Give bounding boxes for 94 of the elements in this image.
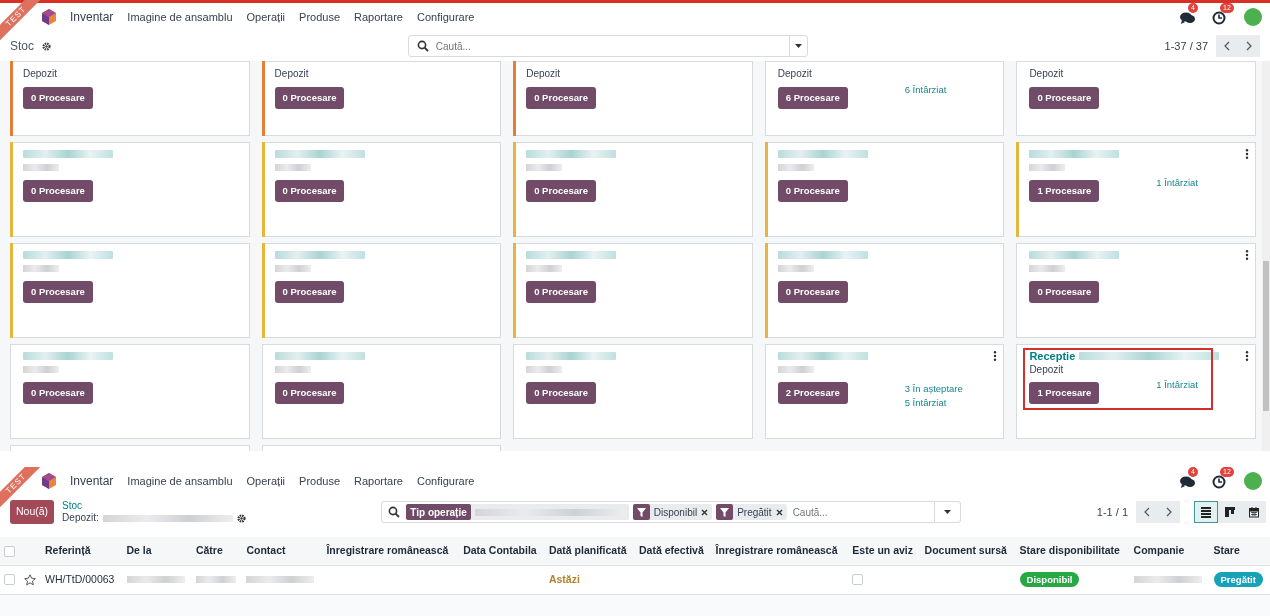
late-link[interactable]: 1 Întârziat: [1156, 378, 1198, 393]
search-field[interactable]: Caută...: [433, 37, 789, 55]
kanban-card[interactable]: 0 Procesare: [10, 142, 250, 237]
process-button[interactable]: 0 Procesare: [526, 180, 597, 203]
search-field[interactable]: Caută...: [790, 503, 935, 521]
app-name[interactable]: Inventar: [70, 8, 114, 26]
menu-item[interactable]: Imagine de ansamblu: [127, 472, 233, 490]
process-button[interactable]: 0 Procesare: [1029, 281, 1100, 304]
kanban-card[interactable]: Depozit 0 Procesare: [10, 61, 250, 136]
menu-item[interactable]: Operații: [246, 472, 286, 490]
kanban-card[interactable]: Receptie Depozit 1 Procesare 1 Întârziat: [1016, 344, 1256, 439]
column-header[interactable]: Referință: [41, 537, 123, 566]
kanban-card[interactable]: 0 Procesare: [513, 243, 753, 338]
status-badge: Disponibil: [1019, 571, 1080, 587]
menu-item[interactable]: Raportare: [354, 472, 403, 490]
breadcrumb[interactable]: Stoc: [62, 500, 246, 512]
column-header[interactable]: Este un aviz: [848, 537, 921, 566]
kanban-card[interactable]: Depozit 0 Procesare: [261, 61, 502, 136]
column-header[interactable]: Stare disponibilitate: [1015, 537, 1130, 566]
filter-facet[interactable]: Pregătit: [716, 504, 787, 520]
status-badge: Pregătit: [1213, 571, 1263, 587]
process-button[interactable]: 0 Procesare: [526, 382, 597, 405]
process-button[interactable]: 0 Procesare: [526, 281, 597, 304]
card-subtitle: Depozit: [1029, 363, 1064, 377]
process-button[interactable]: 6 Procesare: [777, 87, 848, 110]
menu-item[interactable]: Raportare: [354, 8, 403, 26]
filter-facet[interactable]: Tip operație: [406, 504, 629, 520]
card-subtitle: Depozit: [526, 67, 562, 81]
process-button[interactable]: 0 Procesare: [526, 87, 597, 110]
process-button[interactable]: 0 Procesare: [777, 281, 848, 304]
process-button[interactable]: 0 Procesare: [274, 87, 345, 110]
kanban-card[interactable]: Depozit 0 Procesare: [513, 61, 753, 136]
search-bar[interactable]: Caută...: [407, 35, 808, 57]
menu-item[interactable]: Configurare: [417, 472, 475, 490]
card-subtitle: Depozit: [1029, 67, 1065, 81]
process-button[interactable]: 0 Procesare: [777, 180, 848, 203]
column-header[interactable]: Stare: [1209, 537, 1270, 566]
kanban-card[interactable]: 2 Procesare 3 În așteptare 5 Întârziat: [764, 344, 1005, 439]
late-link[interactable]: 3 În așteptare: [904, 382, 963, 397]
column-header[interactable]: Data Contabila: [459, 537, 545, 566]
search-bar[interactable]: Tip operație Disponibil Pregătit Caută...: [381, 501, 962, 523]
column-header[interactable]: Document sursă: [920, 537, 1016, 566]
pager-value: 1-37 / 37: [1164, 38, 1208, 54]
record-label: Depozit:: [62, 512, 99, 524]
date-cell: Astăzi: [548, 572, 580, 585]
process-button[interactable]: 0 Procesare: [1029, 87, 1100, 110]
column-header[interactable]: De la: [122, 537, 192, 566]
menu-item[interactable]: Operații: [246, 8, 286, 26]
kanban-card[interactable]: 0 Procesare: [764, 142, 1005, 237]
process-button[interactable]: 1 Procesare: [1029, 180, 1100, 203]
card-title[interactable]: Receptie: [1029, 347, 1076, 365]
late-link[interactable]: 6 Întârziat: [904, 83, 947, 98]
process-button[interactable]: 2 Procesare: [777, 382, 848, 405]
process-button[interactable]: 0 Procesare: [23, 281, 93, 304]
kanban-card[interactable]: 0 Procesare: [513, 344, 753, 439]
kanban-card[interactable]: 0 Procesare: [261, 344, 502, 439]
process-button[interactable]: 0 Procesare: [23, 87, 93, 110]
kanban-card[interactable]: 0 Procesare: [1016, 243, 1256, 338]
process-button[interactable]: 1 Procesare: [1029, 382, 1100, 405]
menu-item[interactable]: Produse: [299, 8, 341, 26]
kanban-card[interactable]: 0 Procesare: [10, 344, 250, 439]
kanban-card[interactable]: 0 Procesare: [261, 142, 502, 237]
process-button[interactable]: 0 Procesare: [274, 382, 345, 405]
kanban-card[interactable]: 1 Procesare 1 Întârziat: [1016, 142, 1256, 237]
pager-value: 1-1 / 1: [1096, 504, 1128, 520]
menu-item[interactable]: Configurare: [417, 8, 475, 26]
process-button[interactable]: 0 Procesare: [23, 382, 93, 405]
process-button[interactable]: 0 Procesare: [23, 180, 93, 203]
kanban-card[interactable]: 0 Procesare: [764, 243, 1005, 338]
late-link[interactable]: 5 Întârziat: [904, 396, 963, 411]
kanban-card[interactable]: 0 Procesare: [261, 243, 502, 338]
column-header[interactable]: Companie: [1129, 537, 1210, 566]
new-button[interactable]: Nou(ă): [10, 500, 55, 524]
table-cell: WH/TtD/00063: [45, 572, 115, 585]
card-subtitle: Depozit: [23, 67, 58, 81]
kanban-card[interactable]: 0 Procesare: [10, 243, 250, 338]
menu-item[interactable]: Produse: [299, 472, 341, 490]
card-subtitle: Depozit: [777, 67, 813, 81]
kanban-card[interactable]: Depozit 6 Procesare 6 Întârziat: [764, 61, 1005, 136]
late-link[interactable]: 1 Întârziat: [1156, 176, 1198, 191]
process-button[interactable]: 0 Procesare: [274, 281, 345, 304]
menu-item[interactable]: Imagine de ansamblu: [127, 8, 233, 26]
column-header[interactable]: Contact: [242, 537, 323, 566]
column-header[interactable]: Dată planificată: [544, 537, 635, 566]
process-button[interactable]: 0 Procesare: [274, 180, 345, 203]
kanban-card[interactable]: 0 Procesare: [513, 142, 753, 237]
column-header[interactable]: Dată efectivă: [634, 537, 712, 566]
column-header[interactable]: Înregistrare românească: [322, 537, 460, 566]
filter-facet[interactable]: Disponibil: [632, 504, 713, 520]
column-header[interactable]: Înregistrare românească: [711, 537, 849, 566]
card-subtitle: Depozit: [274, 67, 310, 81]
app-name[interactable]: Inventar: [70, 472, 114, 490]
kanban-card[interactable]: Depozit 0 Procesare: [1016, 61, 1256, 136]
column-header[interactable]: Către: [191, 537, 243, 566]
